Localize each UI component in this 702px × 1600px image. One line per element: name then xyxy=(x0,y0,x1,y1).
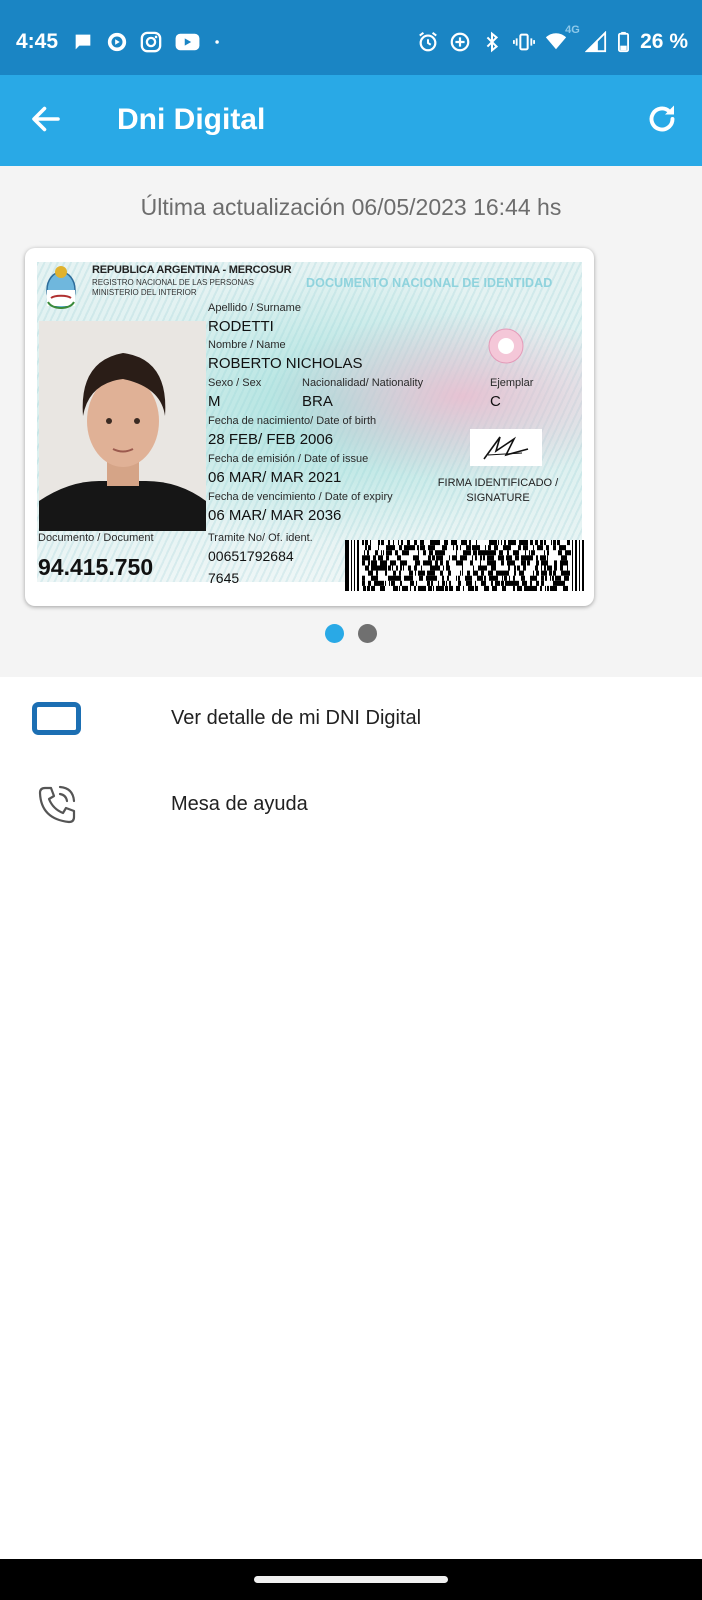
document-number: 94.415.750 xyxy=(38,554,154,580)
issue-value: 06 MAR/ MAR 2021 xyxy=(208,469,342,486)
status-time: 4:45 xyxy=(16,30,59,53)
signature-caption: FIRMA IDENTIFICADO / SIGNATURE xyxy=(423,476,573,506)
network-type-label: 4G xyxy=(565,24,580,36)
name-value: ROBERTO NICHOLAS xyxy=(208,355,363,372)
expiry-label: Fecha de vencimiento / Date of expiry xyxy=(208,491,393,503)
copy-label: Ejemplar xyxy=(490,377,534,389)
location-icon xyxy=(450,32,470,52)
name-label: Nombre / Name xyxy=(208,339,286,351)
card-document-title: DOCUMENTO NACIONAL DE IDENTIDAD xyxy=(306,276,553,290)
expiry-value: 06 MAR/ MAR 2036 xyxy=(208,507,342,524)
status-bar: 4:45 4G 26 % xyxy=(0,0,702,75)
instagram-icon xyxy=(140,31,162,53)
system-icons: 4G 26 % xyxy=(417,24,688,54)
id-card-icon xyxy=(32,702,81,735)
phone-call-icon xyxy=(38,785,76,824)
last-update-text: Última actualización 06/05/2023 16:44 hs xyxy=(140,194,562,220)
national-emblem-icon xyxy=(46,266,76,309)
card-ministry: MINISTERIO DEL INTERIOR xyxy=(92,288,197,297)
carousel-dot-2[interactable] xyxy=(358,624,377,643)
dob-value: 28 FEB/ FEB 2006 xyxy=(208,431,334,448)
menu-item-label: Ver detalle de mi DNI Digital xyxy=(171,707,422,729)
id-photo xyxy=(39,321,206,531)
notification-icons xyxy=(72,31,227,53)
card-country: REPUBLICA ARGENTINA - MERCOSUR xyxy=(92,264,292,276)
signature-image xyxy=(470,429,542,466)
surname-label: Apellido / Surname xyxy=(208,302,301,314)
dob-label: Fecha de nacimiento/ Date of birth xyxy=(208,415,377,427)
document-label: Documento / Document xyxy=(38,532,154,544)
menu-item-label: Mesa de ayuda xyxy=(171,793,308,815)
chat-bubble-icon xyxy=(75,34,91,50)
sex-label: Sexo / Sex xyxy=(208,377,262,389)
play-circle-icon xyxy=(107,32,127,52)
dni-card[interactable]: REPUBLICA ARGENTINA - MERCOSUR REGISTRO … xyxy=(25,248,594,606)
home-gesture-pill[interactable] xyxy=(254,1576,448,1583)
menu-item-dni-detail[interactable]: Ver detalle de mi DNI Digital xyxy=(0,676,702,762)
tramite-number: 00651792684 xyxy=(208,548,294,564)
battery-percent: 26 % xyxy=(640,30,688,53)
alarm-icon xyxy=(419,32,437,52)
sex-value: M xyxy=(208,393,221,410)
page-title: Dni Digital xyxy=(117,103,266,136)
wifi-group: 4G xyxy=(545,24,580,54)
issue-label: Fecha de emisión / Date of issue xyxy=(208,453,369,465)
tramite-suffix: 7645 xyxy=(208,570,240,586)
arrow-left-icon[interactable] xyxy=(28,101,64,137)
system-nav-bar xyxy=(0,1559,702,1600)
copy-value: C xyxy=(490,393,501,410)
sun-seal-icon xyxy=(488,328,524,364)
signature-caption-line1: FIRMA IDENTIFICADO / xyxy=(437,477,559,489)
wifi-icon xyxy=(546,33,567,50)
dot-icon xyxy=(215,40,219,44)
app-bar: Dni Digital xyxy=(0,75,702,166)
carousel-dot-1[interactable] xyxy=(325,624,344,643)
vibrate-icon xyxy=(513,33,536,51)
battery-icon xyxy=(618,31,630,53)
signal-icon xyxy=(585,31,607,53)
menu-item-help-desk[interactable]: Mesa de ayuda xyxy=(0,762,702,848)
bluetooth-icon xyxy=(486,31,499,53)
youtube-icon xyxy=(175,33,200,51)
signature-caption-line2: SIGNATURE xyxy=(466,492,530,504)
nationality-value: BRA xyxy=(302,393,333,410)
pdf417-barcode xyxy=(345,540,584,591)
nationality-label: Nacionalidad/ Nationality xyxy=(302,377,424,389)
surname-value: RODETTI xyxy=(208,318,274,335)
card-registry: REGISTRO NACIONAL DE LAS PERSONAS xyxy=(92,278,254,287)
refresh-icon[interactable] xyxy=(644,101,680,137)
tramite-label: Tramite No/ Of. ident. xyxy=(208,532,313,544)
